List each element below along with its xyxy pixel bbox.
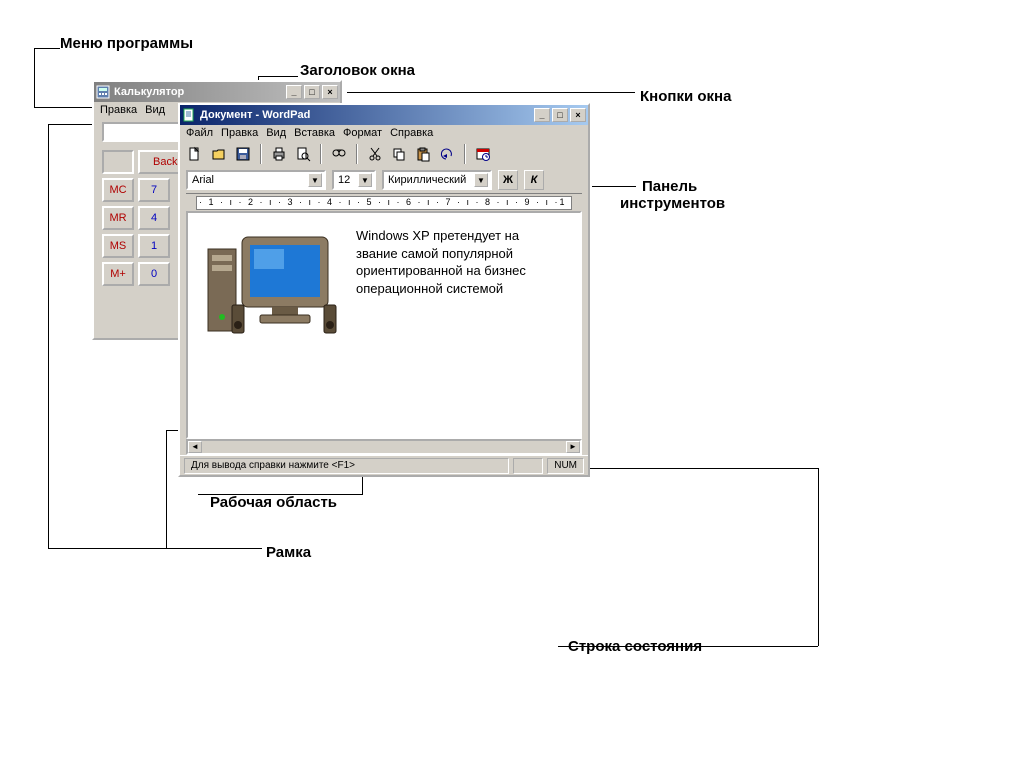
font-script-combo[interactable]: Кириллический ▼ <box>382 170 492 190</box>
annotation-toolbar1: Панель <box>642 178 697 195</box>
calc-0-button[interactable]: 0 <box>138 262 170 286</box>
calc-minimize-button[interactable]: _ <box>286 85 302 99</box>
undo-icon[interactable] <box>436 143 458 165</box>
calc-titlebar[interactable]: Калькулятор _ □ × <box>94 82 340 102</box>
horizontal-scrollbar[interactable]: ◄ ► <box>186 439 582 455</box>
new-file-icon[interactable] <box>184 143 206 165</box>
annotation-winbuttons: Кнопки окна <box>640 88 731 105</box>
wordpad-menubar: Файл Правка Вид Вставка Формат Справка <box>180 125 588 141</box>
italic-button[interactable]: К <box>524 170 544 190</box>
status-empty-cell <box>513 458 543 474</box>
wordpad-toolbar-format: Arial ▼ 12 ▼ Кириллический ▼ Ж К <box>180 167 588 193</box>
menu-format[interactable]: Формат <box>343 127 382 139</box>
calc-close-button[interactable]: × <box>322 85 338 99</box>
toolbar-separator <box>464 144 466 164</box>
wordpad-titlebar[interactable]: Документ - WordPad _ □ × <box>180 105 588 125</box>
annotation-frame: Рамка <box>266 544 311 561</box>
calc-mr-button[interactable]: MR <box>102 206 134 230</box>
leadline <box>34 48 35 107</box>
cut-icon[interactable] <box>364 143 386 165</box>
ruler-scale: · 1 · ı · 2 · ı · 3 · ı · 4 · ı · 5 · ı … <box>196 196 572 210</box>
calc-mplus-button[interactable]: M+ <box>102 262 134 286</box>
font-size-value: 12 <box>338 174 354 186</box>
datetime-icon[interactable] <box>472 143 494 165</box>
bold-button[interactable]: Ж <box>498 170 518 190</box>
annotation-title: Заголовок окна <box>300 62 415 79</box>
toolbar-separator <box>356 144 358 164</box>
open-file-icon[interactable] <box>208 143 230 165</box>
annotation-toolbar2: инструментов <box>620 195 725 212</box>
scroll-right-icon[interactable]: ► <box>566 441 580 453</box>
wordpad-maximize-button[interactable]: □ <box>552 108 568 122</box>
status-bar: Для вывода справки нажмите <F1> NUM <box>180 455 588 475</box>
leadline <box>198 494 363 495</box>
scroll-left-icon[interactable]: ◄ <box>188 441 202 453</box>
calc-mem-indicator <box>102 150 134 174</box>
font-name-value: Arial <box>192 174 304 186</box>
leadline <box>34 48 60 49</box>
status-num-indicator: NUM <box>547 458 584 474</box>
dropdown-arrow-icon[interactable]: ▼ <box>358 173 372 187</box>
annotation-menu: Меню программы <box>60 35 193 52</box>
leadline <box>552 468 818 469</box>
status-help-text: Для вывода справки нажмите <F1> <box>184 458 509 474</box>
leadline <box>48 124 92 125</box>
calculator-icon <box>96 85 110 99</box>
font-name-combo[interactable]: Arial ▼ <box>186 170 326 190</box>
print-preview-icon[interactable] <box>292 143 314 165</box>
calc-maximize-button[interactable]: □ <box>304 85 320 99</box>
font-size-combo[interactable]: 12 ▼ <box>332 170 376 190</box>
dropdown-arrow-icon[interactable]: ▼ <box>474 173 488 187</box>
menu-view[interactable]: Вид <box>266 127 286 139</box>
leadline <box>258 76 298 77</box>
leadline <box>558 646 818 647</box>
toolbar-separator <box>320 144 322 164</box>
document-area[interactable]: Windows XP претендует на звание самой по… <box>186 211 582 439</box>
print-icon[interactable] <box>268 143 290 165</box>
wordpad-toolbar-standard <box>180 141 588 167</box>
leadline <box>347 92 635 93</box>
font-script-value: Кириллический <box>388 174 470 186</box>
paste-icon[interactable] <box>412 143 434 165</box>
menu-edit[interactable]: Правка <box>221 127 258 139</box>
dropdown-arrow-icon[interactable]: ▼ <box>308 173 322 187</box>
leadline <box>166 430 167 548</box>
calc-1-button[interactable]: 1 <box>138 234 170 258</box>
copy-icon[interactable] <box>388 143 410 165</box>
wordpad-title-text: Документ - WordPad <box>200 109 532 121</box>
calc-menu-edit[interactable]: Правка <box>100 104 137 116</box>
leadline <box>34 107 94 108</box>
calc-menu-view[interactable]: Вид <box>145 104 165 116</box>
computer-image-icon <box>202 227 342 347</box>
menu-insert[interactable]: Вставка <box>294 127 335 139</box>
toolbar-separator <box>260 144 262 164</box>
annotation-workarea: Рабочая область <box>210 494 337 511</box>
wordpad-minimize-button[interactable]: _ <box>534 108 550 122</box>
save-icon[interactable] <box>232 143 254 165</box>
calc-4-button[interactable]: 4 <box>138 206 170 230</box>
leadline <box>818 468 819 646</box>
ruler[interactable]: · 1 · ı · 2 · ı · 3 · ı · 4 · ı · 5 · ı … <box>186 193 582 211</box>
calc-title-text: Калькулятор <box>114 86 284 98</box>
leadline <box>48 548 262 549</box>
leadline <box>48 124 49 548</box>
calc-ms-button[interactable]: MS <box>102 234 134 258</box>
menu-help[interactable]: Справка <box>390 127 433 139</box>
wordpad-icon <box>182 108 196 122</box>
menu-file[interactable]: Файл <box>186 127 213 139</box>
document-body-text: Windows XP претендует на звание самой по… <box>356 227 526 297</box>
wordpad-close-button[interactable]: × <box>570 108 586 122</box>
find-icon[interactable] <box>328 143 350 165</box>
leadline <box>592 186 636 187</box>
calc-mc-button[interactable]: MC <box>102 178 134 202</box>
wordpad-window: Документ - WordPad _ □ × Файл Правка Вид… <box>178 103 590 477</box>
calc-7-button[interactable]: 7 <box>138 178 170 202</box>
